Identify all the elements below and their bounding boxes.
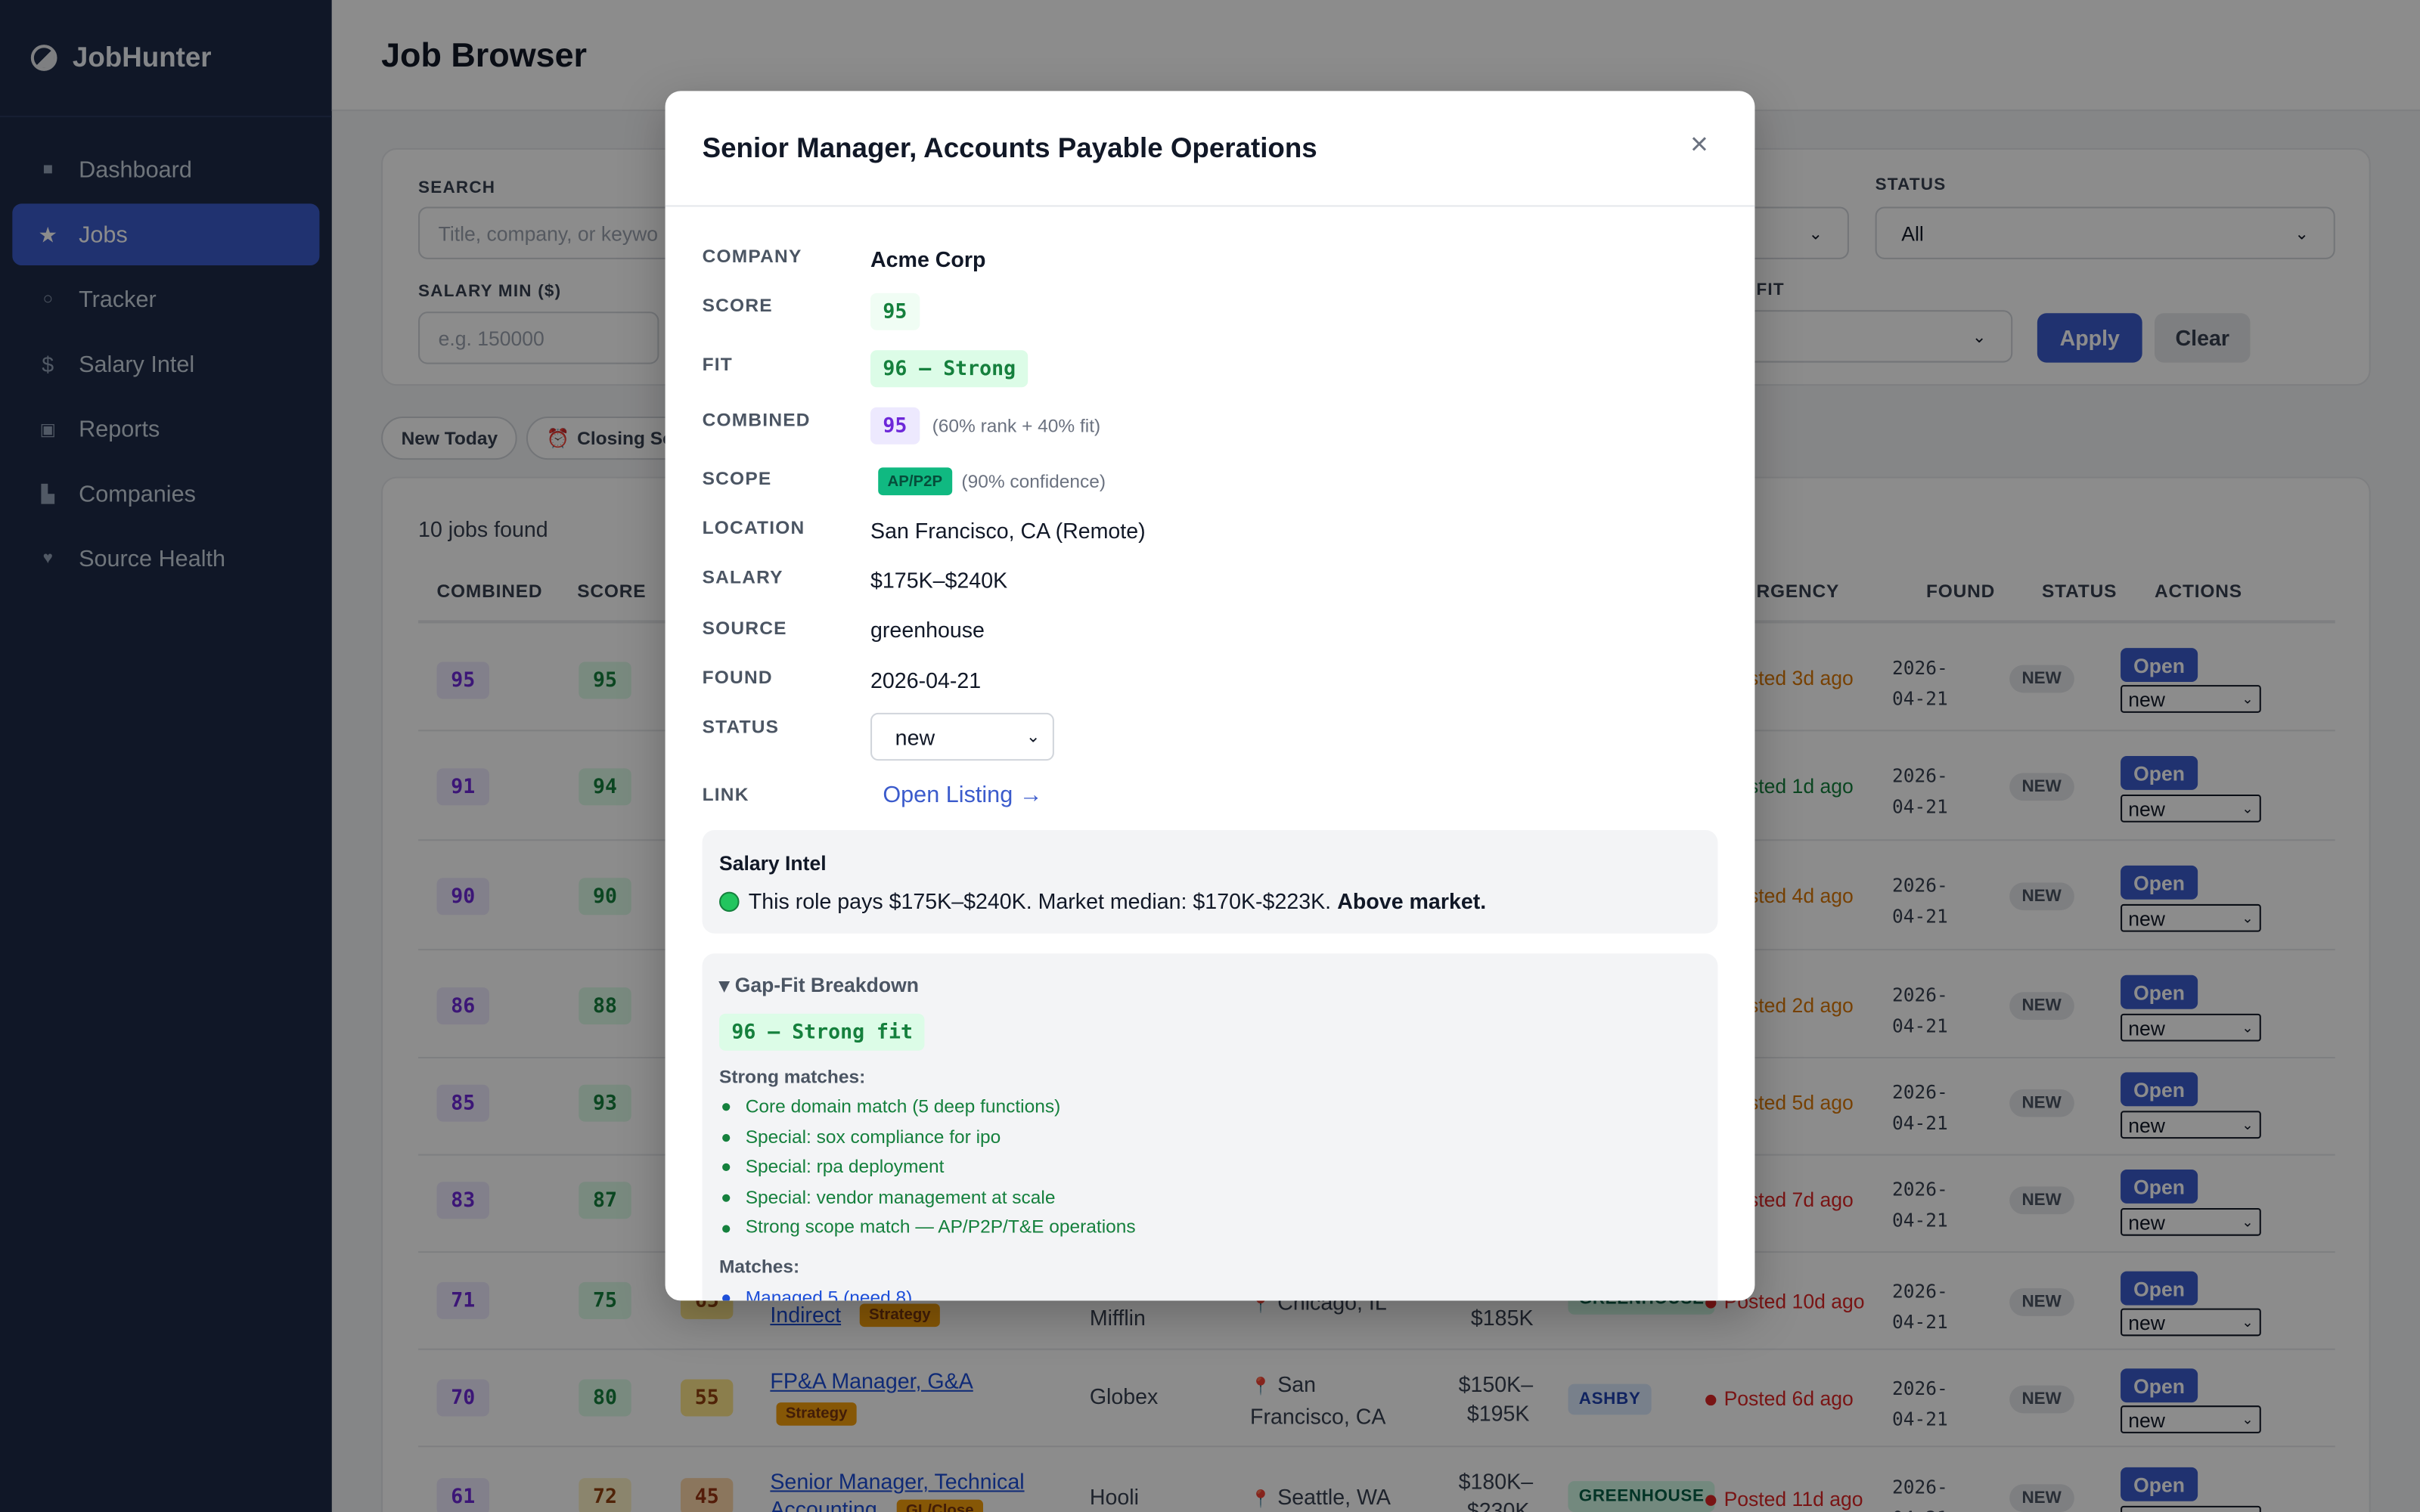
score-badge: 95: [870, 293, 920, 330]
list-item: Special: rpa deployment: [719, 1153, 1136, 1183]
gap-fit-score: 96 — Strong fit: [719, 1013, 926, 1051]
list-item: Managed 5 (need 8): [719, 1284, 913, 1300]
open-listing-link[interactable]: Open Listing →: [883, 782, 1042, 809]
combined-badge: 95: [870, 407, 920, 445]
status-select[interactable]: new ⌄: [870, 712, 1054, 761]
gap-fit-toggle[interactable]: ▾ Gap-Fit Breakdown: [719, 974, 919, 999]
fit-label: FIT: [702, 353, 733, 375]
salary-intel-panel: Salary Intel This role pays $175K–$240K.…: [702, 829, 1718, 934]
found-value: 2026-04-21: [870, 668, 982, 693]
found-label: FOUND: [702, 666, 773, 689]
strong-matches-heading: Strong matches:: [719, 1066, 866, 1088]
salary-intel-title: Salary Intel: [719, 851, 827, 875]
scope-note: (90% confidence): [961, 470, 1106, 493]
status-label: STATUS: [702, 715, 780, 738]
list-item: Core domain match (5 deep functions): [719, 1092, 1136, 1123]
combined-label: COMBINED: [702, 408, 811, 431]
location-label: LOCATION: [702, 516, 805, 539]
salary-value: $175K–$240K: [870, 568, 1008, 593]
salary-intel-sentence: This role pays $175K–$240K. Market media…: [748, 888, 1332, 914]
close-icon[interactable]: ×: [1684, 128, 1715, 163]
fit-badge: 96 — Strong: [870, 350, 1028, 388]
list-item: Special: sox compliance for ipo: [719, 1123, 1136, 1153]
score-label: SCORE: [702, 294, 773, 317]
list-item: Strong scope match — AP/P2P/T&E operatio…: [719, 1213, 1136, 1244]
scope-label: SCOPE: [702, 467, 772, 489]
strong-matches-list: Core domain match (5 deep functions) Spe…: [719, 1092, 1136, 1244]
modal-title: Senior Manager, Accounts Payable Operati…: [702, 132, 1317, 164]
job-detail-modal: Senior Manager, Accounts Payable Operati…: [665, 91, 1755, 1301]
list-item: Special: vendor management at scale: [719, 1183, 1136, 1213]
company-label: COMPANY: [702, 245, 802, 268]
modal-header: Senior Manager, Accounts Payable Operati…: [665, 91, 1755, 207]
company-value: Acme Corp: [870, 246, 986, 272]
salary-intel-verdict: Above market.: [1337, 888, 1487, 914]
salary-label: SALARY: [702, 565, 783, 588]
link-label: LINK: [702, 783, 749, 806]
combined-note: (60% rank + 40% fit): [932, 414, 1101, 437]
scope-badge: AP/P2P: [878, 467, 952, 496]
gap-fit-panel: ▾ Gap-Fit Breakdown 96 — Strong fit Stro…: [702, 953, 1718, 1301]
source-value: greenhouse: [870, 617, 985, 642]
salary-intel-text: This role pays $175K–$240K. Market media…: [719, 888, 1487, 914]
source-label: SOURCE: [702, 617, 787, 639]
matches-heading: Matches:: [719, 1256, 800, 1278]
matches-list: Managed 5 (need 8): [719, 1284, 913, 1300]
location-value: San Francisco, CA (Remote): [870, 518, 1146, 544]
chevron-down-icon: ⌄: [1025, 728, 1041, 747]
status-select-value: new: [895, 724, 935, 749]
green-circle-icon: [719, 891, 740, 912]
